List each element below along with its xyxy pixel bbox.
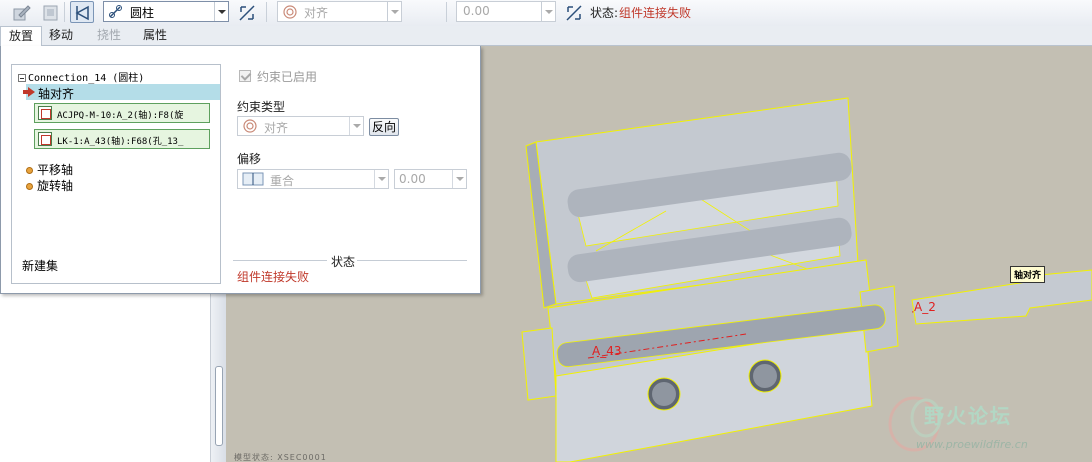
rotation-axis-label: 旋转轴	[37, 179, 74, 193]
chevron-down-icon	[452, 170, 466, 188]
reference-item-1[interactable]: ACJPQ-M-10:A_2(轴):F8(旋	[34, 103, 210, 123]
constraint-type-value: 对齐	[304, 6, 329, 20]
status-divider	[233, 260, 327, 261]
reference-item-1-label: ACJPQ-M-10:A_2(轴):F8(旋	[57, 111, 184, 121]
tab-move[interactable]: 移动	[41, 26, 81, 46]
panel-constraint-type-value: 对齐	[264, 121, 289, 135]
constraint-tag[interactable]: 轴对齐	[1010, 266, 1046, 283]
status-label: 状态:	[590, 6, 619, 20]
motion-axis-icon	[26, 183, 33, 190]
tree-item-axis-align[interactable]: 轴对齐	[23, 84, 220, 101]
user-defined-set-icon	[75, 5, 89, 21]
status-divider	[357, 260, 467, 261]
align-icon	[243, 119, 257, 133]
model-state-footer: 模型状态: XSEC0001	[234, 453, 327, 462]
align-icon	[283, 5, 297, 19]
coincident-icon	[242, 172, 264, 186]
watermark-url: www.proewildfire.cn	[916, 438, 1028, 451]
collapse-icon[interactable]	[18, 74, 26, 82]
chevron-down-icon	[349, 117, 363, 135]
dashboard-tabs: 放置 移动 挠性 属性	[0, 26, 1092, 47]
set-type-dropdown[interactable]: 圆柱	[103, 1, 229, 22]
component-window-button[interactable]	[38, 1, 62, 23]
offset-value: 0.00	[463, 4, 490, 18]
offset-label: 偏移	[237, 152, 262, 166]
tab-properties[interactable]: 属性	[135, 26, 175, 46]
splitter-handle[interactable]	[215, 366, 223, 446]
dashboard-toolbar: 圆柱 对齐 0.00 状态: 组件连接失败	[0, 0, 1092, 26]
panel-status-value: 组件连接失败	[237, 270, 310, 284]
tab-flexibility[interactable]: 挠性	[89, 26, 129, 46]
current-arrow-icon	[23, 87, 35, 97]
flip-icon	[239, 5, 255, 21]
panel-offset-value-input[interactable]: 0.00	[394, 169, 467, 189]
chevron-down-icon	[387, 2, 401, 21]
flip-direction-button[interactable]	[234, 1, 258, 23]
placement-panel: Connection_14 (圆柱) 轴对齐 ACJPQ-M-10:A_2(轴)…	[0, 46, 481, 294]
cylinder-set-icon	[109, 5, 122, 18]
offset-flip-icon	[566, 5, 582, 21]
reference-item-2[interactable]: LK-1:A_43(轴):F68(孔_13_	[34, 129, 210, 149]
constraint-type-dropdown[interactable]: 对齐	[277, 1, 402, 22]
constraint-enabled-checkbox[interactable]	[239, 70, 251, 82]
tree-root-connection[interactable]: Connection_14 (圆柱)	[18, 69, 144, 84]
panel-status-title: 状态	[329, 253, 358, 270]
translation-axis-label: 平移轴	[37, 163, 74, 177]
panel-constraint-type-dropdown[interactable]: 对齐	[237, 116, 364, 136]
axis-label-a2[interactable]: A_2	[914, 300, 936, 314]
chevron-down-icon	[374, 170, 388, 188]
panel-offset-value: 0.00	[399, 172, 426, 186]
constraint-tree: Connection_14 (圆柱) 轴对齐 ACJPQ-M-10:A_2(轴)…	[11, 64, 221, 284]
constraint-enabled-label: 约束已启用	[257, 70, 318, 84]
set-type-value: 圆柱	[130, 6, 155, 20]
flip-button[interactable]: 反向	[369, 118, 399, 136]
constraint-edit-icon	[13, 5, 31, 21]
component-window-icon	[43, 5, 58, 21]
offset-type-dropdown[interactable]: 重合	[237, 169, 389, 189]
new-set-link[interactable]: 新建集	[22, 257, 58, 274]
tree-item-translation-axis[interactable]: 平移轴	[26, 161, 73, 178]
tree-root-label: Connection_14 (圆柱)	[28, 73, 145, 84]
offset-flip-button[interactable]	[561, 1, 585, 23]
tree-item-rotation-axis[interactable]: 旋转轴	[26, 177, 73, 194]
chevron-down-icon	[541, 2, 555, 21]
offset-type-value: 重合	[270, 174, 295, 188]
constraint-type-label: 约束类型	[237, 100, 286, 114]
tab-placement[interactable]: 放置	[0, 26, 43, 47]
watermark-title: 野火论坛	[924, 404, 1012, 428]
offset-value-input[interactable]: 0.00	[456, 1, 556, 22]
component-reference-icon	[38, 106, 52, 120]
reference-item-2-label: LK-1:A_43(轴):F68(孔_13_	[57, 137, 184, 147]
motion-axis-icon	[26, 167, 33, 174]
status-value: 组件连接失败	[619, 6, 692, 20]
axis-label-a43[interactable]: A_43	[592, 344, 621, 358]
constraint-edit-button[interactable]	[8, 1, 32, 23]
assembly-reference-icon	[38, 132, 52, 146]
tree-item-axis-align-label: 轴对齐	[38, 87, 75, 101]
user-defined-set-button[interactable]	[70, 1, 94, 23]
chevron-down-icon	[214, 2, 228, 21]
shaft-component	[911, 269, 1092, 325]
